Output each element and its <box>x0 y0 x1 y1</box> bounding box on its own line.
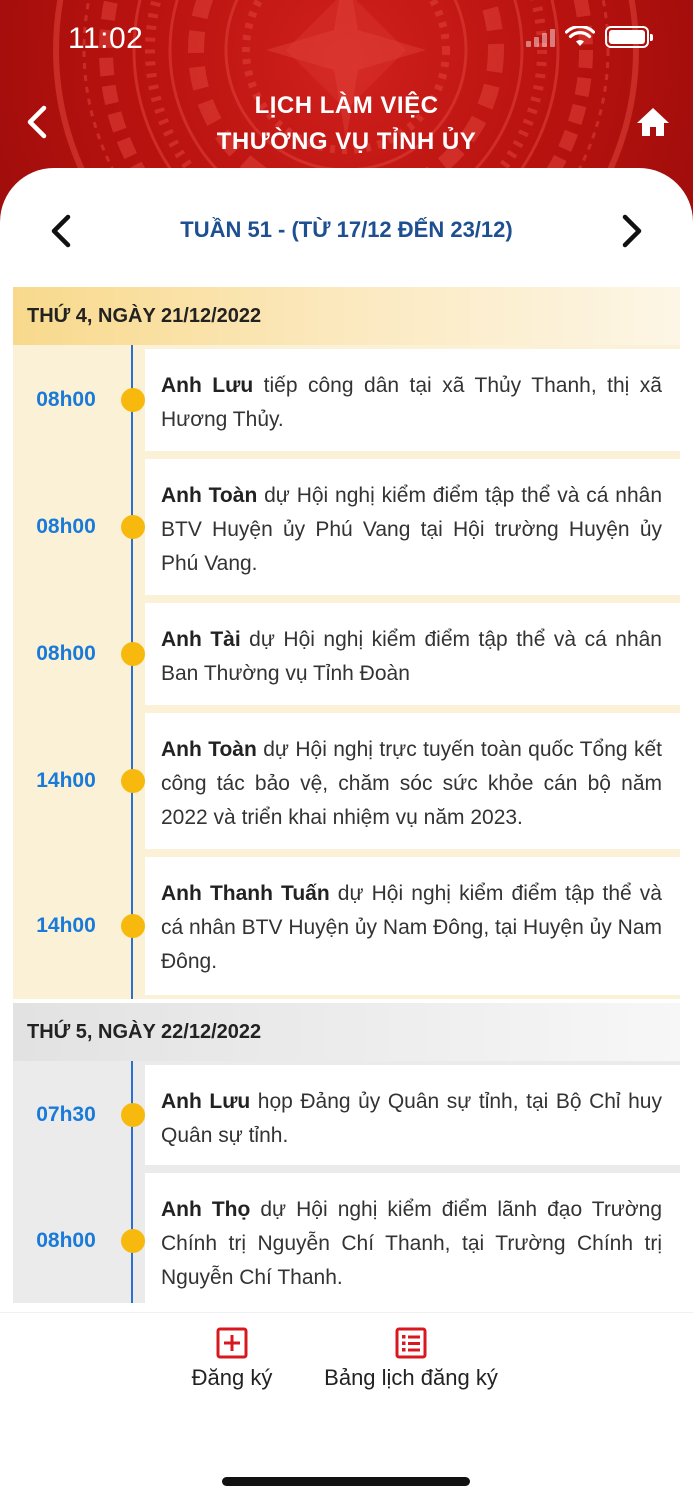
event-person: Anh Toàn <box>161 484 258 507</box>
wifi-icon <box>565 26 595 46</box>
home-button[interactable] <box>635 104 671 140</box>
event-person: Anh Thanh Tuấn <box>161 882 330 905</box>
timeline-dot <box>121 914 145 938</box>
schedule-item[interactable]: 08h00 Anh Tài dự Hội nghị kiểm điểm tập … <box>13 599 680 709</box>
timeline-dot <box>121 769 145 793</box>
status-time: 11:02 <box>68 22 144 55</box>
event-time: 08h00 <box>36 388 96 411</box>
chevron-left-icon <box>27 105 47 139</box>
event-card: Anh Thanh Tuấn dự Hội nghị kiểm điểm tập… <box>145 857 680 995</box>
event-time: 08h00 <box>36 1229 96 1252</box>
week-navigator: TUẦN 51 - (TỪ 17/12 ĐẾN 23/12) <box>0 195 693 267</box>
timeline-dot <box>121 1103 145 1127</box>
timeline-dot <box>121 388 145 412</box>
back-button[interactable] <box>18 100 58 144</box>
event-card: Anh Tài dự Hội nghị kiểm điểm tập thể và… <box>145 603 680 705</box>
event-card: Anh Lưu họp Đảng ủy Quân sự tỉnh, tại Bộ… <box>145 1065 680 1165</box>
timeline-dot <box>121 642 145 666</box>
event-person: Anh Lưu <box>161 1090 251 1113</box>
week-label: TUẦN 51 - (TỪ 17/12 ĐẾN 23/12) <box>180 217 513 242</box>
event-card: Anh Toàn dự Hội nghị trực tuyến toàn quố… <box>145 713 680 849</box>
time-column: 08h00 <box>13 1169 145 1303</box>
time-column: 07h30 <box>13 1061 145 1169</box>
cellular-signal-icon <box>526 27 555 47</box>
register-label: Đăng ký <box>191 1365 273 1390</box>
time-column: 08h00 <box>13 455 145 599</box>
event-card: Anh Lưu tiếp công dân tại xã Thủy Thanh,… <box>145 349 680 451</box>
time-column: 14h00 <box>13 853 145 999</box>
event-card: Anh Thọ dự Hội nghị kiểm điểm lãnh đạo T… <box>145 1173 680 1303</box>
event-person: Anh Tài <box>161 628 241 651</box>
schedule-item[interactable]: 14h00 Anh Thanh Tuấn dự Hội nghị kiểm đi… <box>13 853 680 999</box>
event-person: Anh Thọ <box>161 1198 251 1221</box>
battery-icon <box>605 26 653 48</box>
schedule-item[interactable]: 08h00 Anh Lưu tiếp công dân tại xã Thủy … <box>13 345 680 455</box>
event-time: 14h00 <box>36 914 96 937</box>
next-week-button[interactable] <box>609 209 653 253</box>
registration-schedule-button[interactable]: Bảng lịch đăng ký <box>300 1327 522 1391</box>
event-time: 08h00 <box>36 642 96 665</box>
page-title-line2: THƯỜNG VỤ TỈNH ỦY <box>216 128 477 155</box>
event-time: 08h00 <box>36 515 96 538</box>
time-column: 14h00 <box>13 709 145 853</box>
event-person: Anh Lưu <box>161 374 254 397</box>
timeline-dot <box>121 515 145 539</box>
chevron-right-icon <box>622 214 642 248</box>
event-card: Anh Toàn dự Hội nghị kiểm điểm tập thể v… <box>145 459 680 595</box>
chevron-left-icon <box>51 214 71 248</box>
status-icons <box>526 26 653 48</box>
schedule-item[interactable]: 14h00 Anh Toàn dự Hội nghị trực tuyến to… <box>13 709 680 853</box>
list-icon <box>395 1327 427 1359</box>
registration-schedule-label: Bảng lịch đăng ký <box>324 1365 498 1390</box>
status-bar: 11:02 <box>0 0 693 80</box>
home-icon <box>637 108 669 136</box>
day-header: THỨ 4, NGÀY 21/12/2022 <box>13 287 680 345</box>
previous-week-button[interactable] <box>40 209 84 253</box>
schedule-item[interactable]: 08h00 Anh Thọ dự Hội nghị kiểm điểm lãnh… <box>13 1169 680 1303</box>
event-time: 07h30 <box>36 1103 96 1126</box>
register-button[interactable]: Đăng ký <box>172 1327 292 1391</box>
day-header: THỨ 5, NGÀY 22/12/2022 <box>13 1003 680 1061</box>
home-indicator <box>222 1477 470 1486</box>
event-person: Anh Toàn <box>161 738 257 761</box>
plus-square-icon <box>216 1327 248 1359</box>
event-time: 14h00 <box>36 769 96 792</box>
timeline-dot <box>121 1229 145 1253</box>
time-column: 08h00 <box>13 599 145 709</box>
bottom-action-bar: Đăng ký Bảng lịch đăng ký <box>0 1312 693 1500</box>
page-title-line1: LỊCH LÀM VIỆC <box>254 92 439 119</box>
schedule-list[interactable]: THỨ 4, NGÀY 21/12/2022 08h00 Anh Lưu tiế… <box>13 287 680 1303</box>
time-column: 08h00 <box>13 345 145 455</box>
schedule-item[interactable]: 07h30 Anh Lưu họp Đảng ủy Quân sự tỉnh, … <box>13 1061 680 1169</box>
schedule-item[interactable]: 08h00 Anh Toàn dự Hội nghị kiểm điểm tập… <box>13 455 680 599</box>
